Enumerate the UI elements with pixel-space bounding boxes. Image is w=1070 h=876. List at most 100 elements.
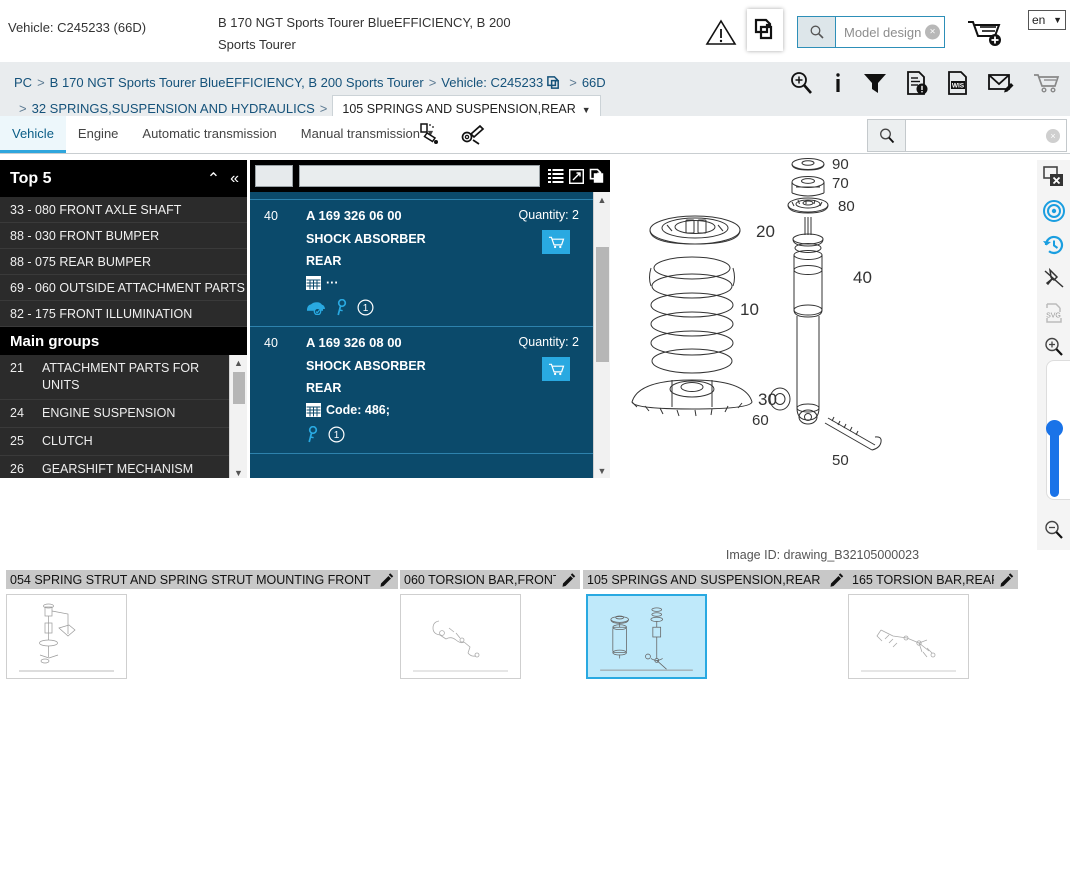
thumbnail-image[interactable] bbox=[400, 594, 521, 679]
thumbnail-title: 060 TORSION BAR,FRONT bbox=[404, 572, 556, 587]
key-icon[interactable] bbox=[335, 299, 348, 316]
collapse-up-icon[interactable]: ⌃ bbox=[207, 169, 220, 189]
thumbnail-cell[interactable]: 054 SPRING STRUT AND SPRING STRUT MOUNTI… bbox=[6, 570, 398, 679]
model-search-clear-icon[interactable]: × bbox=[925, 24, 940, 40]
target-icon[interactable] bbox=[1037, 194, 1070, 228]
breadcrumb-item-vehicle[interactable]: Vehicle: C245233 bbox=[441, 75, 543, 90]
table-row[interactable]: 40 A 169 326 08 00 SHOCK ABSORBER REAR C… bbox=[250, 327, 593, 454]
thumbnail-image[interactable] bbox=[6, 594, 127, 679]
global-search-input[interactable]: × bbox=[906, 120, 1066, 151]
parts-filter-toggle[interactable] bbox=[255, 165, 293, 187]
mail-edit-icon[interactable] bbox=[987, 71, 1015, 95]
main-groups-wrapper: 21 ATTACHMENT PARTS FOR UNITS 24 ENGINE … bbox=[0, 355, 247, 478]
breadcrumb-item-pc[interactable]: PC bbox=[14, 75, 32, 90]
top5-item[interactable]: 88 - 030 FRONT BUMPER bbox=[0, 223, 247, 249]
edit-icon[interactable] bbox=[1000, 572, 1014, 587]
zoom-in-icon[interactable] bbox=[1037, 330, 1070, 364]
top5-item[interactable]: 69 - 060 OUTSIDE ATTACHMENT PARTS bbox=[0, 275, 247, 301]
zoom-slider-knob[interactable] bbox=[1046, 420, 1063, 437]
expand-icon[interactable] bbox=[569, 168, 584, 184]
wis-document-icon[interactable]: WIS bbox=[946, 70, 970, 96]
add-to-cart-button[interactable] bbox=[542, 357, 570, 381]
info-icon[interactable] bbox=[831, 70, 845, 96]
add-to-cart-button[interactable] bbox=[542, 230, 570, 254]
paint-spray-icon[interactable] bbox=[418, 122, 442, 146]
scroll-down-arrow-icon[interactable]: ▼ bbox=[230, 465, 247, 478]
parts-scrollbar[interactable]: ▲ ▼ bbox=[593, 192, 610, 478]
thumbnail-title-bar[interactable]: 060 TORSION BAR,FRONT bbox=[400, 570, 580, 589]
global-search-clear-icon[interactable]: × bbox=[1046, 128, 1060, 143]
tab-label: Automatic transmission bbox=[142, 125, 277, 141]
cart-add-button[interactable] bbox=[965, 17, 1007, 47]
thumbnail-image-selected[interactable] bbox=[586, 594, 707, 679]
collapse-all-icon[interactable]: « bbox=[230, 170, 239, 188]
document-alert-icon[interactable] bbox=[905, 70, 929, 96]
global-search[interactable]: × bbox=[867, 119, 1067, 152]
scrollbar-thumb[interactable] bbox=[233, 372, 245, 404]
tab-list: Vehicle Engine Automatic transmission Ma… bbox=[0, 116, 447, 153]
close-window-icon[interactable] bbox=[1037, 160, 1070, 194]
thumbnail-cell[interactable]: 060 TORSION BAR,FRONT bbox=[400, 570, 580, 679]
zoom-slider[interactable] bbox=[1046, 360, 1070, 500]
cart-icon[interactable] bbox=[1032, 71, 1062, 95]
cart-icon bbox=[548, 236, 564, 248]
key-icon[interactable] bbox=[306, 426, 319, 443]
history-icon[interactable] bbox=[1037, 228, 1070, 262]
tab-engine[interactable]: Engine bbox=[66, 116, 130, 153]
header-model-name: B 170 NGT Sports Tourer BlueEFFICIENCY, … bbox=[218, 15, 511, 52]
top5-item[interactable]: 33 - 080 FRONT AXLE SHAFT bbox=[0, 197, 247, 223]
tab-vehicle[interactable]: Vehicle bbox=[0, 116, 66, 153]
edit-icon[interactable] bbox=[562, 572, 576, 587]
breadcrumb-item-model[interactable]: B 170 NGT Sports Tourer BlueEFFICIENCY, … bbox=[50, 75, 424, 90]
global-search-button[interactable] bbox=[868, 120, 906, 151]
top5-item[interactable]: 88 - 075 REAR BUMPER bbox=[0, 249, 247, 275]
edit-icon[interactable] bbox=[830, 572, 844, 587]
table-icon[interactable] bbox=[306, 276, 321, 290]
scroll-up-arrow-icon[interactable]: ▲ bbox=[230, 355, 247, 370]
parts-filter-input[interactable] bbox=[299, 165, 540, 187]
sidebar-scrollbar[interactable]: ▲ ▼ bbox=[229, 355, 247, 478]
thumbnail-image[interactable] bbox=[848, 594, 969, 679]
main-group-number: 25 bbox=[10, 434, 24, 448]
warning-icon[interactable] bbox=[705, 18, 737, 46]
filter-icon[interactable] bbox=[862, 71, 888, 95]
list-view-icon[interactable] bbox=[548, 168, 564, 184]
breadcrumb-item-group[interactable]: 32 SPRINGS,SUSPENSION AND HYDRAULICS bbox=[32, 101, 315, 116]
tab-automatic-transmission[interactable]: Automatic transmission bbox=[130, 116, 288, 153]
model-search-input[interactable]: Model design × bbox=[836, 17, 944, 47]
edit-icon[interactable] bbox=[380, 572, 394, 587]
scroll-down-arrow-icon[interactable]: ▼ bbox=[594, 463, 610, 478]
thumbnail-cell[interactable]: 165 TORSION BAR,REAR bbox=[848, 570, 1018, 679]
svg-text:SVG: SVG bbox=[1046, 313, 1061, 320]
main-group-item[interactable]: 25 CLUTCH bbox=[0, 428, 229, 456]
info-circle-1-icon[interactable]: 1 bbox=[328, 426, 345, 443]
thumbnail-cell[interactable]: 105 SPRINGS AND SUSPENSION,REAR bbox=[583, 570, 848, 679]
car-check-icon[interactable] bbox=[306, 300, 326, 315]
unpin-icon[interactable] bbox=[1037, 262, 1070, 296]
copy-button[interactable] bbox=[747, 9, 783, 51]
tools-icon[interactable] bbox=[460, 122, 486, 146]
table-row[interactable]: 40 A 169 326 06 00 SHOCK ABSORBER REAR ·… bbox=[250, 200, 593, 327]
thumbnail-title-bar[interactable]: 165 TORSION BAR,REAR bbox=[848, 570, 1018, 589]
scrollbar-thumb[interactable] bbox=[596, 247, 609, 362]
model-design-search[interactable]: Model design × bbox=[797, 16, 945, 48]
main-group-number: 24 bbox=[10, 406, 24, 420]
breadcrumb-item-66d[interactable]: 66D bbox=[582, 75, 606, 90]
info-circle-1-icon[interactable]: 1 bbox=[357, 299, 374, 316]
drawing-canvas[interactable]: 20 10 30 90 70 80 40 60 50 bbox=[610, 155, 1035, 545]
main-group-item[interactable]: 24 ENGINE SUSPENSION bbox=[0, 400, 229, 428]
thumbnail-title-bar[interactable]: 054 SPRING STRUT AND SPRING STRUT MOUNTI… bbox=[6, 570, 398, 589]
table-icon[interactable] bbox=[306, 403, 321, 417]
main-group-item[interactable]: 21 ATTACHMENT PARTS FOR UNITS bbox=[0, 355, 229, 400]
language-select[interactable]: en ▼ bbox=[1028, 10, 1066, 30]
copy-icon[interactable] bbox=[589, 168, 605, 184]
zoom-in-icon[interactable] bbox=[788, 70, 814, 96]
main-group-item[interactable]: 26 GEARSHIFT MECHANISM bbox=[0, 456, 229, 478]
svg-export-icon[interactable]: SVG bbox=[1037, 296, 1070, 330]
breadcrumb-copy-icon[interactable] bbox=[546, 75, 561, 90]
model-search-button[interactable] bbox=[798, 17, 836, 47]
top5-item[interactable]: 82 - 175 FRONT ILLUMINATION bbox=[0, 301, 247, 327]
zoom-out-icon[interactable] bbox=[1037, 515, 1070, 545]
scroll-up-arrow-icon[interactable]: ▲ bbox=[594, 192, 610, 207]
thumbnail-title-bar[interactable]: 105 SPRINGS AND SUSPENSION,REAR bbox=[583, 570, 848, 589]
